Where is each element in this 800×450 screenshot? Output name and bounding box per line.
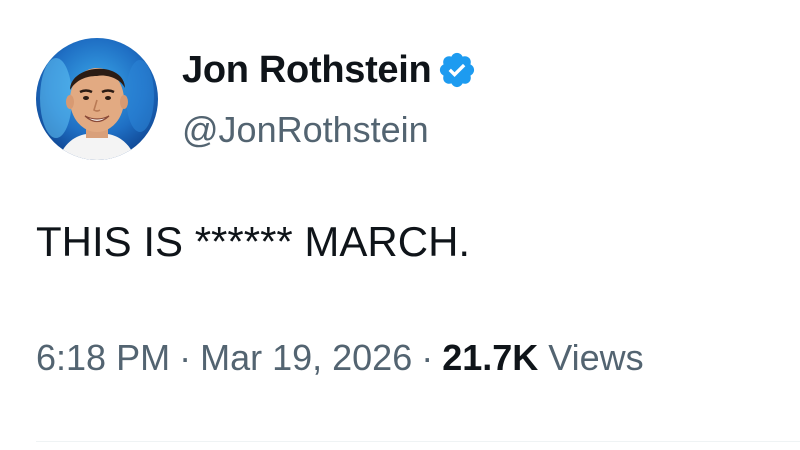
avatar[interactable] xyxy=(36,38,158,160)
tweet-meta: 6:18 PM · Mar 19, 2026 · 21.7K Views xyxy=(36,334,644,382)
tweet-time[interactable]: 6:18 PM xyxy=(36,334,170,382)
divider xyxy=(36,441,800,442)
meta-separator: · xyxy=(179,337,192,378)
tweet-date[interactable]: Mar 19, 2026 xyxy=(200,334,412,382)
tweet-text: THIS IS ****** MARCH. xyxy=(36,218,471,265)
tweet-card[interactable]: Jon Rothstein @JonRothstein THIS IS ****… xyxy=(0,0,800,450)
author-name-row[interactable]: Jon Rothstein xyxy=(182,46,477,94)
views-count[interactable]: 21.7K xyxy=(442,334,538,382)
verified-badge-icon[interactable] xyxy=(437,50,477,90)
views-label[interactable]: Views xyxy=(548,334,643,382)
author-handle[interactable]: @JonRothstein xyxy=(182,108,429,152)
meta-separator: · xyxy=(421,337,434,378)
author-display-name[interactable]: Jon Rothstein xyxy=(182,46,432,94)
avatar-image xyxy=(36,38,158,160)
